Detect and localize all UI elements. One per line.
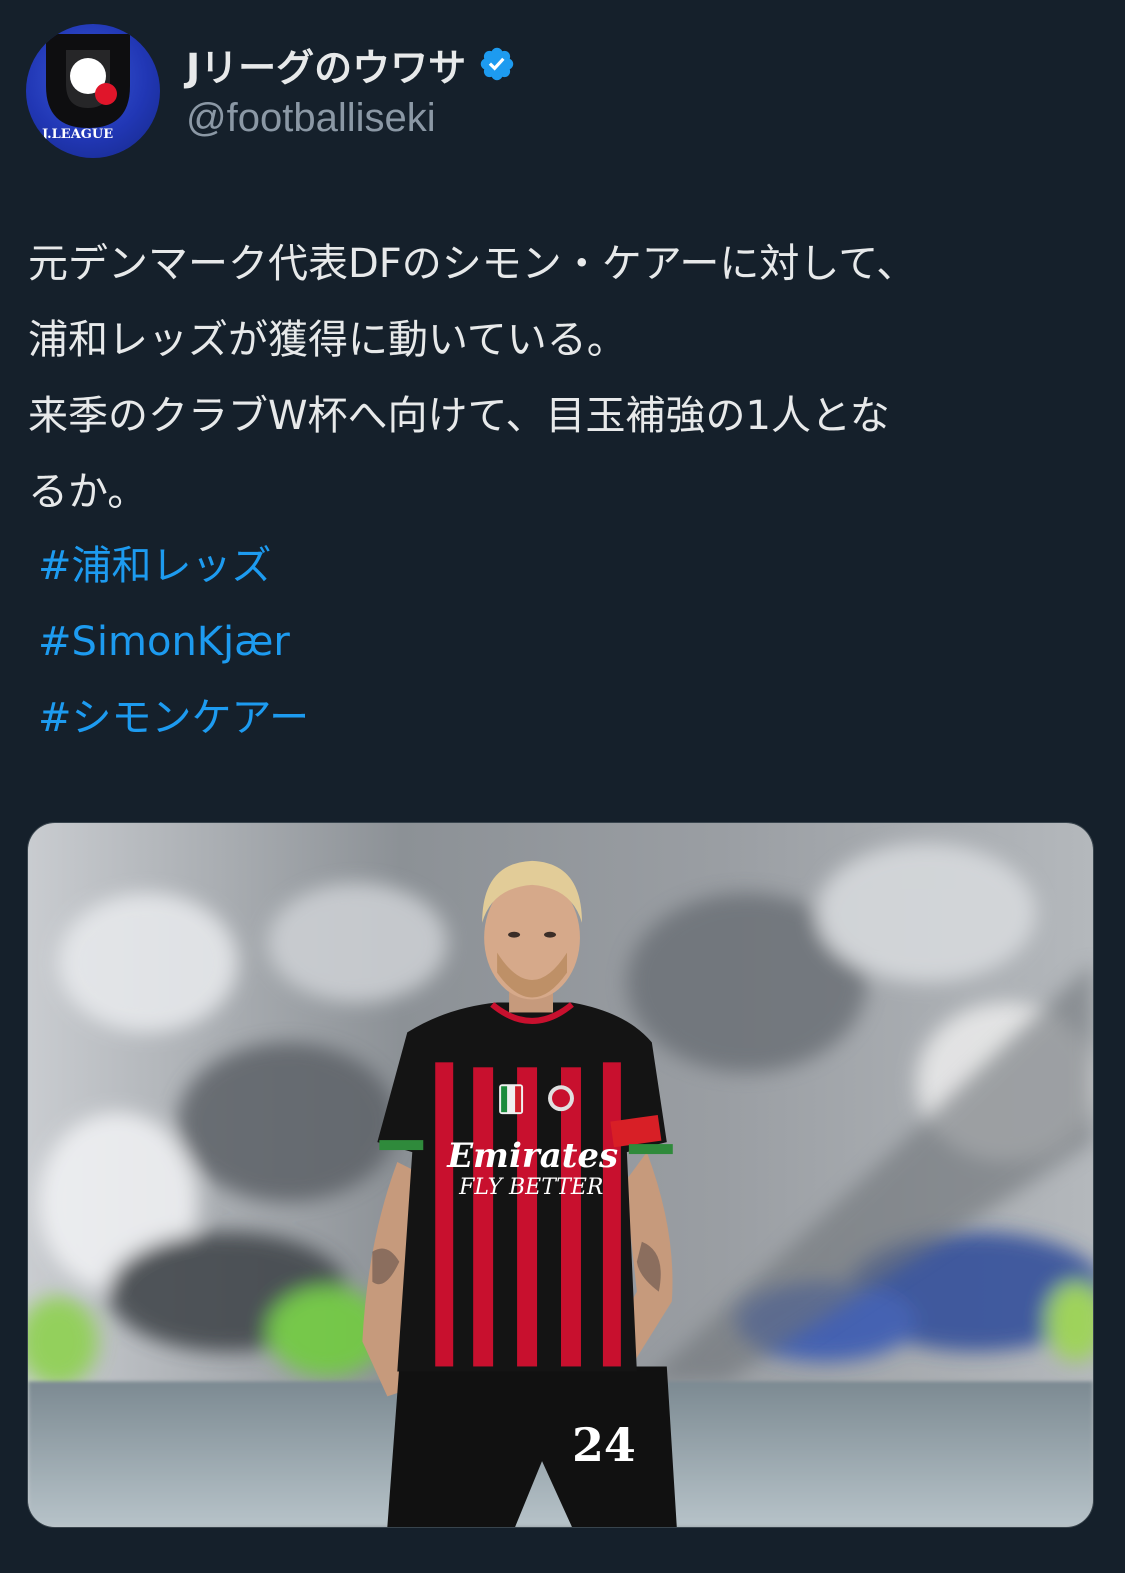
hashtag-link[interactable]: #SimonKjær [38,604,309,680]
player-photo: 24 Emirates FLY BETTER [28,823,1093,1527]
author-handle[interactable]: @footballiseki [186,96,436,141]
tweet-text-line: 来季のクラブW杯へ向けて、目玉補強の1人とな [28,393,890,439]
hashtag-link[interactable]: #浦和レッズ [38,528,309,604]
shirt-number: 24 [572,1418,636,1472]
tweet: J.LEAGUE Jリーグのウワサ @footballiseki 元デンマーク代… [0,0,1125,1573]
tweet-text: 元デンマーク代表DFのシモン・ケアーに対して、 浦和レッズが獲得に動いている。 … [28,226,1098,530]
tweet-text-line: 元デンマーク代表DFのシモン・ケアーに対して、 [28,241,917,287]
tweet-photo[interactable]: 24 Emirates FLY BETTER [27,822,1094,1528]
shirt-tagline: FLY BETTER [458,1175,603,1200]
avatar-label: J.LEAGUE [41,127,113,142]
verified-badge-icon [480,47,514,81]
tweet-text-line: るか。 [28,469,148,515]
tweet-text-line: 浦和レッズが獲得に動いている。 [28,317,627,363]
jleague-logo-icon: J.LEAGUE [41,34,130,142]
author-display-name[interactable]: Jリーグのウワサ [186,37,466,92]
hashtag-link[interactable]: #シモンケアー [38,680,309,756]
shirt-sponsor: Emirates [446,1135,618,1175]
author-name-row: Jリーグのウワサ [186,36,516,92]
hashtag-list: #浦和レッズ #SimonKjær #シモンケアー [38,528,309,756]
author-avatar[interactable]: J.LEAGUE [26,24,160,158]
